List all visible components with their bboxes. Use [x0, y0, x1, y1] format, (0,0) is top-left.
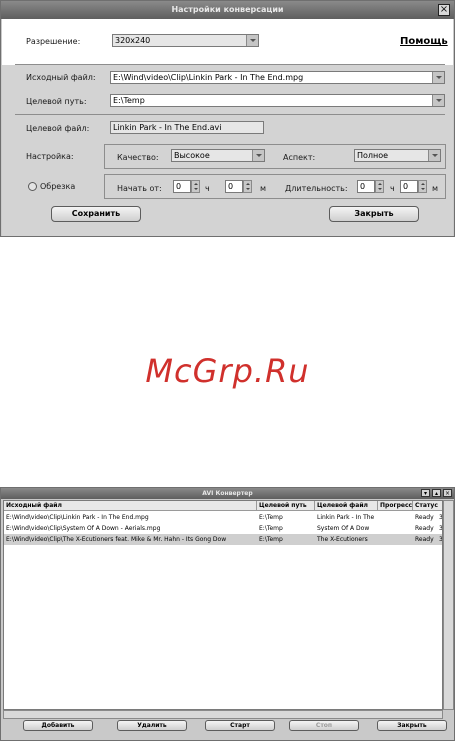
trim-label: Обрезка	[40, 182, 76, 191]
cell-source: E:\Wind\video\Clip\The X-Ecutioners feat…	[6, 536, 227, 543]
aspect-value: Полное	[357, 151, 389, 160]
maximize-icon[interactable]: ▴	[432, 489, 441, 497]
duration-minutes-stepper[interactable]	[418, 180, 427, 193]
add-button[interactable]: Добавить	[23, 720, 93, 731]
column-header-path[interactable]: Целевой путь	[257, 501, 315, 511]
column-header-progress[interactable]: Прогресс	[378, 501, 413, 511]
watermark: McGrp.Ru	[145, 352, 310, 390]
cell-path: E:\Temp	[259, 536, 283, 543]
quality-label: Качество:	[117, 153, 159, 162]
aspect-dropdown[interactable]: Полное	[354, 149, 441, 162]
target-path-value: E:\Temp	[113, 96, 145, 105]
quality-value: Высокое	[174, 151, 210, 160]
start-hours-input[interactable]: 0	[173, 180, 191, 193]
settings-label: Настройка:	[26, 152, 74, 161]
resolution-dropdown[interactable]: 320x240	[112, 34, 259, 47]
column-header-source[interactable]: Исходный файл	[4, 501, 257, 511]
cell-progress	[378, 534, 413, 545]
duration-hours-stepper[interactable]	[375, 180, 384, 193]
cell-status: Ready	[415, 525, 434, 532]
minimize-icon[interactable]: ▾	[421, 489, 430, 497]
aspect-label: Аспект:	[283, 153, 316, 162]
cell-source: E:\Wind\video\Clip\Linkin Park - In The …	[6, 514, 149, 521]
save-button[interactable]: Сохранить	[51, 206, 141, 222]
cell-status: Ready	[415, 514, 434, 521]
cell-path: E:\Temp	[259, 525, 283, 532]
file-list[interactable]: Исходный файл Целевой путь Целевой файл …	[3, 500, 443, 710]
divider	[15, 64, 445, 65]
table-row[interactable]: E:\Wind\video\Clip\Linkin Park - In The …	[4, 512, 442, 523]
resolution-value: 320x240	[115, 36, 151, 45]
vertical-scrollbar[interactable]	[443, 500, 454, 710]
chevron-down-icon	[246, 35, 258, 46]
chevron-down-icon	[428, 150, 440, 161]
window-title: AVI Конвертер	[1, 488, 454, 499]
quality-dropdown[interactable]: Высокое	[171, 149, 265, 162]
cell-progress	[378, 523, 413, 534]
cell-target: The X-Ecutioners	[317, 536, 368, 543]
column-header-status[interactable]: Статус	[413, 501, 442, 511]
close-button[interactable]: Закрыть	[377, 720, 447, 731]
close-icon[interactable]: ×	[438, 4, 450, 16]
start-button[interactable]: Старт	[205, 720, 275, 731]
target-file-field[interactable]: Linkin Park - In The End.avi	[110, 121, 264, 134]
chevron-down-icon[interactable]	[432, 72, 444, 83]
source-file-value: E:\Wind\video\Clip\Linkin Park - In The …	[113, 73, 304, 82]
cell-path: E:\Temp	[259, 514, 283, 521]
horizontal-scrollbar[interactable]	[3, 710, 443, 719]
table-row[interactable]: E:\Wind\video\Clip\System Of A Down - Ae…	[4, 523, 442, 534]
conversion-settings-dialog: Настройки конверсации × Разрешение: 320x…	[0, 0, 455, 237]
duration-hours-unit: ч	[390, 184, 395, 193]
start-minutes-unit: м	[260, 184, 267, 193]
duration-minutes-input[interactable]: 0	[400, 180, 418, 193]
dialog-title: Настройки конверсации	[1, 1, 454, 19]
close-icon[interactable]: ×	[443, 489, 452, 497]
cell-target: System Of A Dow	[317, 525, 370, 532]
close-button[interactable]: Закрыть	[329, 206, 419, 222]
delete-button[interactable]: Удалить	[117, 720, 187, 731]
target-path-field[interactable]: E:\Temp	[110, 94, 445, 107]
help-link[interactable]: Помощь	[400, 36, 448, 47]
trim-radio[interactable]	[28, 182, 37, 191]
duration-hours-input[interactable]: 0	[357, 180, 375, 193]
table-row-selected[interactable]: E:\Wind\video\Clip\The X-Ecutioners feat…	[4, 534, 442, 545]
chevron-down-icon[interactable]	[432, 95, 444, 106]
start-hours-unit: ч	[205, 184, 210, 193]
source-file-label: Исходный файл:	[26, 73, 96, 82]
start-hours-stepper[interactable]	[191, 180, 200, 193]
start-minutes-stepper[interactable]	[243, 180, 252, 193]
cell-status: Ready	[415, 536, 434, 543]
cell-target: Linkin Park - In The	[317, 514, 375, 521]
duration-minutes-unit: м	[432, 184, 439, 193]
target-path-label: Целевой путь:	[26, 97, 87, 106]
stop-button[interactable]: Стоп	[289, 720, 359, 731]
cell-progress	[378, 512, 413, 523]
start-minutes-input[interactable]: 0	[225, 180, 243, 193]
resolution-label: Разрешение:	[26, 37, 81, 46]
avi-converter-window: AVI Конвертер ▾ ▴ × Исходный файл Целево…	[0, 487, 455, 741]
cell-source: E:\Wind\video\Clip\System Of A Down - Ae…	[6, 525, 161, 532]
target-file-label: Целевой файл:	[26, 124, 90, 133]
start-label: Начать от:	[117, 184, 162, 193]
column-header-target[interactable]: Целевой файл	[315, 501, 378, 511]
divider	[15, 114, 445, 115]
chevron-down-icon	[252, 150, 264, 161]
duration-label: Длительность:	[285, 184, 348, 193]
source-file-field[interactable]: E:\Wind\video\Clip\Linkin Park - In The …	[110, 71, 445, 84]
